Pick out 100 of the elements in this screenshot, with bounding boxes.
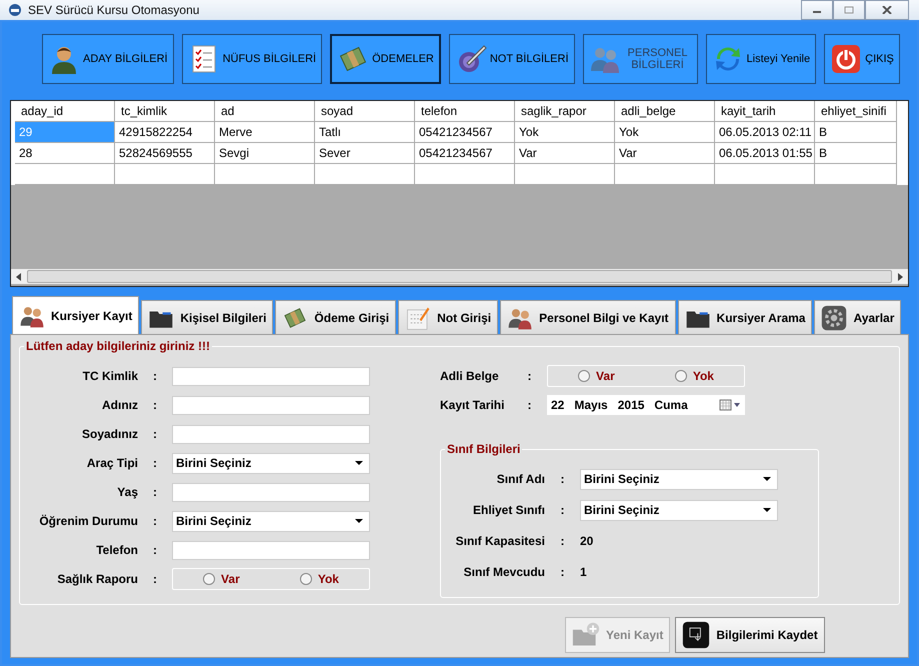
toolbar-button[interactable]: Listeyi Yenile (706, 34, 816, 84)
radio-option[interactable]: Var (578, 369, 615, 383)
save-icon (682, 621, 710, 649)
horizontal-scrollbar[interactable] (11, 269, 908, 284)
column-header[interactable]: tc_kimlik (115, 101, 215, 122)
table-cell: Yok (615, 122, 715, 143)
colon-text: : (560, 472, 566, 486)
column-header[interactable]: ehliyet_sinifi (815, 101, 897, 122)
notes-icon (405, 304, 432, 330)
gear-icon (821, 304, 848, 330)
field-label: Öğrenim Durumu (38, 514, 138, 528)
field-label: Adınız (101, 398, 138, 412)
field-label: Kayıt Tarihi (440, 398, 506, 412)
app-icon (8, 3, 22, 17)
field-label: Sağlık Raporu (56, 572, 138, 586)
dropdown[interactable]: Birini Seçiniz (172, 452, 370, 474)
table-cell: Merve (215, 122, 315, 143)
dropdown[interactable]: Birini Seçiniz (172, 510, 370, 532)
dropdown[interactable]: Birini Seçiniz (580, 468, 778, 490)
table-cell: 06.05.2013 01:55 (715, 143, 815, 164)
dropdown-arrow-icon (355, 461, 363, 465)
group-title: Lütfen aday bilgileriniz giriniz !!! (24, 339, 212, 353)
column-header[interactable]: adli_belge (615, 101, 715, 122)
dropdown[interactable]: Birini Seçiniz (580, 500, 778, 520)
table-cell: Sevgi (215, 143, 315, 164)
field-label: Sınıf Mevcudu (462, 565, 545, 579)
action-button[interactable]: Bilgilerimi Kaydet (675, 617, 825, 653)
scroll-right-icon[interactable] (897, 272, 903, 280)
close-button[interactable] (865, 0, 909, 20)
toolbar-button[interactable]: ÖDEMELER (330, 34, 441, 84)
radio-button[interactable] (300, 573, 312, 585)
colon-text: : (152, 398, 158, 412)
table-cell: 06.05.2013 02:11 (715, 122, 815, 143)
radio-option[interactable]: Var (203, 572, 240, 586)
table-cell: 52824569555 (115, 143, 215, 164)
table-cell: B (815, 122, 897, 143)
colon-text: : (560, 565, 566, 579)
column-header[interactable]: ad (215, 101, 315, 122)
table-cell: 05421234567 (415, 122, 515, 143)
field-label: Telefon (95, 543, 138, 557)
input-field[interactable] (172, 540, 370, 560)
input-field[interactable] (172, 366, 370, 386)
group-title: Sınıf Bilgileri (445, 442, 522, 456)
tab[interactable]: Personel Bilgi ve Kayıt (500, 300, 676, 334)
colon-text: : (152, 427, 158, 441)
colon-text: : (152, 485, 158, 499)
tab[interactable]: Kursiyer Arama (678, 300, 812, 334)
field-label: Sınıf Adı (496, 472, 545, 486)
table-cell: Var (515, 143, 615, 164)
colon-text: : (152, 572, 158, 586)
table-cell: 05421234567 (415, 143, 515, 164)
field-label: Ehliyet Sınıfı (472, 503, 545, 517)
tab[interactable]: Kişisel Bilgileri (141, 300, 274, 334)
maximize-icon (844, 6, 854, 14)
column-header[interactable]: aday_id (15, 101, 115, 122)
column-header[interactable]: saglik_rapor (515, 101, 615, 122)
radio-button[interactable] (578, 370, 590, 382)
column-header[interactable]: kayit_tarih (715, 101, 815, 122)
colon-text: : (526, 369, 532, 383)
column-header[interactable]: soyad (315, 101, 415, 122)
toolbar-button[interactable]: ADAY BİLGİLERİ (42, 34, 174, 84)
radio-button[interactable] (203, 573, 216, 585)
table-cell: Var (615, 143, 715, 164)
column-header[interactable]: telefon (415, 101, 515, 122)
date-picker[interactable]: 22 Mayıs 2015 Cuma (547, 395, 745, 415)
field-label: Adli Belge (440, 369, 500, 383)
radio-option[interactable]: Yok (674, 369, 714, 383)
window-title: SEV Sürücü Kursu Otomasyonu (28, 3, 200, 17)
radio-option[interactable]: Yok (300, 572, 339, 586)
value-text: 1 (580, 565, 587, 579)
dropdown-arrow-icon (763, 477, 771, 481)
tab[interactable]: Not Girişi (398, 300, 498, 334)
colon-text: : (152, 369, 158, 383)
field-label: Sınıf Kapasitesi (454, 534, 545, 548)
toolbar-button[interactable]: NOT BİLGİLERİ (448, 34, 575, 84)
value-text: 20 (580, 534, 594, 548)
colon-text: : (560, 503, 566, 517)
tab[interactable]: Ayarlar (814, 300, 902, 334)
toolbar-button[interactable]: ÇIKIŞ (824, 34, 900, 84)
toolbar-button[interactable]: NÜFUS BİLGİLERİ (182, 34, 322, 84)
table-cell: Sever (315, 143, 415, 164)
colon-text: : (152, 456, 158, 470)
table-cell: Tatlı (315, 122, 415, 143)
table-cell: 29 (15, 122, 115, 143)
table-cell: 42915822254 (115, 122, 215, 143)
table-cell: Yok (515, 122, 615, 143)
radio-button[interactable] (674, 370, 687, 382)
close-icon (882, 6, 892, 14)
input-field[interactable] (172, 424, 370, 444)
dropdown-arrow-icon (355, 519, 363, 523)
field-label: Yaş (116, 485, 138, 499)
tab[interactable]: Ödeme Girişi (275, 300, 396, 334)
scroll-left-icon[interactable] (16, 272, 22, 280)
table-cell: B (815, 143, 897, 164)
input-field[interactable] (172, 396, 370, 414)
input-field[interactable] (172, 482, 370, 502)
power-icon (830, 43, 862, 75)
tab[interactable]: Kursiyer Kayıt (12, 296, 140, 334)
colon-text: : (526, 398, 532, 412)
minimize-button[interactable] (801, 0, 833, 20)
